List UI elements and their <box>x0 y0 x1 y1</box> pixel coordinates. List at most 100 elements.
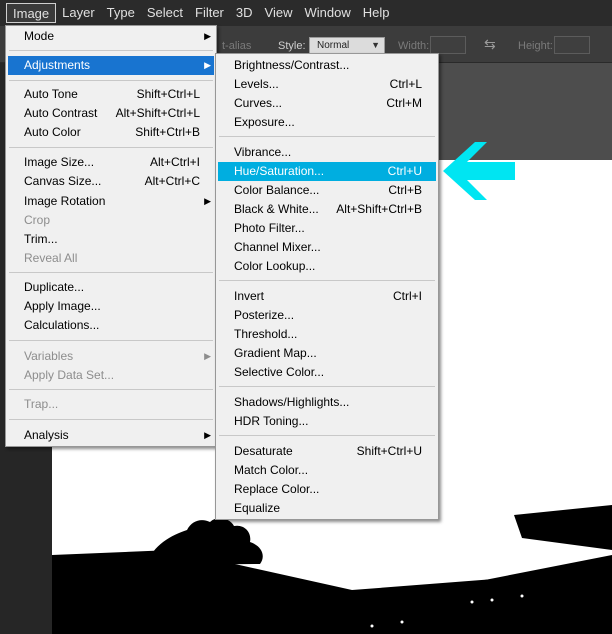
menu-item-shortcut: Ctrl+U <box>387 164 422 178</box>
menu-item-label: Reveal All <box>24 251 78 265</box>
menu-item-image-size[interactable]: Image Size... Alt+Ctrl+I <box>8 153 214 172</box>
menu-item-gradient-map[interactable]: Gradient Map... <box>218 344 436 363</box>
menu-item-reveal-all: Reveal All <box>8 249 214 268</box>
menu-separator <box>9 80 213 81</box>
menu-item-levels[interactable]: Levels... Ctrl+L <box>218 75 436 94</box>
menu-item-label: Color Balance... <box>234 183 320 197</box>
menu-layer[interactable]: Layer <box>56 3 101 23</box>
menu-separator <box>219 386 435 387</box>
triangle-right-icon: ▶ <box>204 351 211 361</box>
chevron-down-icon: ▼ <box>371 40 380 50</box>
menu-item-label: Mode <box>24 29 55 43</box>
menu-item-color-balance[interactable]: Color Balance... Ctrl+B <box>218 181 436 200</box>
width-label: Width: <box>398 40 430 52</box>
menu-bar: Image Layer Type Select Filter 3D View W… <box>0 0 612 26</box>
menu-item-auto-tone[interactable]: Auto Tone Shift+Ctrl+L <box>8 85 214 104</box>
menu-window[interactable]: Window <box>298 3 356 23</box>
menu-item-shadows-highlights[interactable]: Shadows/Highlights... <box>218 393 436 412</box>
menu-separator <box>219 280 435 281</box>
menu-item-apply-image[interactable]: Apply Image... <box>8 297 214 316</box>
menu-item-image-rotation[interactable]: Image Rotation ▶ <box>8 192 214 211</box>
menu-item-black-white[interactable]: Black & White... Alt+Shift+Ctrl+B <box>218 200 436 219</box>
menu-item-label: Apply Data Set... <box>24 368 115 382</box>
menu-item-threshold[interactable]: Threshold... <box>218 325 436 344</box>
menu-item-hdr-toning[interactable]: HDR Toning... <box>218 412 436 431</box>
antialias-label: t-alias <box>222 40 252 52</box>
menu-item-canvas-size[interactable]: Canvas Size... Alt+Ctrl+C <box>8 172 214 191</box>
menu-item-replace-color[interactable]: Replace Color... <box>218 480 436 499</box>
menu-item-mode[interactable]: Mode ▶ <box>8 27 214 46</box>
menu-item-label: Image Rotation <box>24 194 106 208</box>
menu-item-label: Analysis <box>24 428 69 442</box>
menu-item-analysis[interactable]: Analysis ▶ <box>8 426 214 445</box>
menu-item-shortcut: Ctrl+M <box>386 96 422 110</box>
menu-item-adjustments[interactable]: Adjustments ▶ <box>8 56 214 75</box>
menu-item-apply-data-set: Apply Data Set... <box>8 366 214 385</box>
menu-item-match-color[interactable]: Match Color... <box>218 461 436 480</box>
menu-item-label: Vibrance... <box>234 145 292 159</box>
menu-item-label: Desaturate <box>234 444 293 458</box>
menu-item-invert[interactable]: Invert Ctrl+I <box>218 287 436 306</box>
menu-item-label: HDR Toning... <box>234 414 309 428</box>
menu-item-label: Brightness/Contrast... <box>234 58 350 72</box>
adjustments-submenu: Brightness/Contrast... Levels... Ctrl+L … <box>215 53 439 520</box>
menu-separator <box>9 50 213 51</box>
swap-icon[interactable]: ⇆ <box>484 36 496 53</box>
menu-item-shortcut: Alt+Ctrl+I <box>149 155 200 169</box>
menu-item-label: Trap... <box>24 397 59 411</box>
menu-item-auto-color[interactable]: Auto Color Shift+Ctrl+B <box>8 123 214 142</box>
menu-item-label: Photo Filter... <box>234 221 305 235</box>
menu-item-posterize[interactable]: Posterize... <box>218 306 436 325</box>
menu-item-label: Match Color... <box>234 463 309 477</box>
menu-separator <box>219 435 435 436</box>
menu-item-shortcut: Shift+Ctrl+B <box>135 125 200 139</box>
menu-item-label: Color Lookup... <box>234 259 316 273</box>
menu-item-label: Hue/Saturation... <box>234 164 325 178</box>
menu-help[interactable]: Help <box>357 3 396 23</box>
menu-item-label: Trim... <box>24 232 58 246</box>
menu-type[interactable]: Type <box>101 3 141 23</box>
menu-item-label: Duplicate... <box>24 280 85 294</box>
menu-item-photo-filter[interactable]: Photo Filter... <box>218 219 436 238</box>
menu-item-shortcut: Alt+Ctrl+C <box>144 174 200 188</box>
menu-item-label: Canvas Size... <box>24 174 102 188</box>
menu-item-brightness-contrast[interactable]: Brightness/Contrast... <box>218 56 436 75</box>
menu-item-selective-color[interactable]: Selective Color... <box>218 363 436 382</box>
menu-separator <box>9 272 213 273</box>
menu-item-shortcut: Ctrl+B <box>388 183 422 197</box>
menu-item-label: Equalize <box>234 501 281 515</box>
menu-separator <box>9 419 213 420</box>
triangle-right-icon: ▶ <box>204 60 211 70</box>
width-field[interactable] <box>430 36 466 54</box>
menu-3d[interactable]: 3D <box>230 3 259 23</box>
menu-separator <box>9 147 213 148</box>
menu-item-duplicate[interactable]: Duplicate... <box>8 278 214 297</box>
menu-item-desaturate[interactable]: Desaturate Shift+Ctrl+U <box>218 442 436 461</box>
height-field[interactable] <box>554 36 590 54</box>
menu-item-calculations[interactable]: Calculations... <box>8 316 214 335</box>
menu-item-equalize[interactable]: Equalize <box>218 499 436 518</box>
menu-view[interactable]: View <box>259 3 299 23</box>
menu-item-vibrance[interactable]: Vibrance... <box>218 143 436 162</box>
menu-item-label: Selective Color... <box>234 365 325 379</box>
menu-separator <box>219 136 435 137</box>
menu-item-label: Curves... <box>234 96 283 110</box>
menu-item-shortcut: Ctrl+L <box>389 77 422 91</box>
menu-item-label: Levels... <box>234 77 279 91</box>
menu-filter[interactable]: Filter <box>189 3 230 23</box>
menu-item-label: Invert <box>234 289 265 303</box>
menu-item-label: Auto Contrast <box>24 106 98 120</box>
menu-item-exposure[interactable]: Exposure... <box>218 113 436 132</box>
menu-image[interactable]: Image <box>6 3 57 23</box>
menu-separator <box>9 389 213 390</box>
image-menu: Mode ▶ Adjustments ▶ Auto Tone Shift+Ctr… <box>5 25 217 447</box>
menu-item-auto-contrast[interactable]: Auto Contrast Alt+Shift+Ctrl+L <box>8 104 214 123</box>
menu-item-channel-mixer[interactable]: Channel Mixer... <box>218 238 436 257</box>
menu-item-curves[interactable]: Curves... Ctrl+M <box>218 94 436 113</box>
menu-item-trim[interactable]: Trim... <box>8 230 214 249</box>
menu-item-color-lookup[interactable]: Color Lookup... <box>218 257 436 276</box>
menu-item-label: Variables <box>24 349 74 363</box>
menu-item-hue-saturation[interactable]: Hue/Saturation... Ctrl+U <box>218 162 436 181</box>
menu-select[interactable]: Select <box>141 3 189 23</box>
pointer-arrow-icon <box>443 142 515 200</box>
